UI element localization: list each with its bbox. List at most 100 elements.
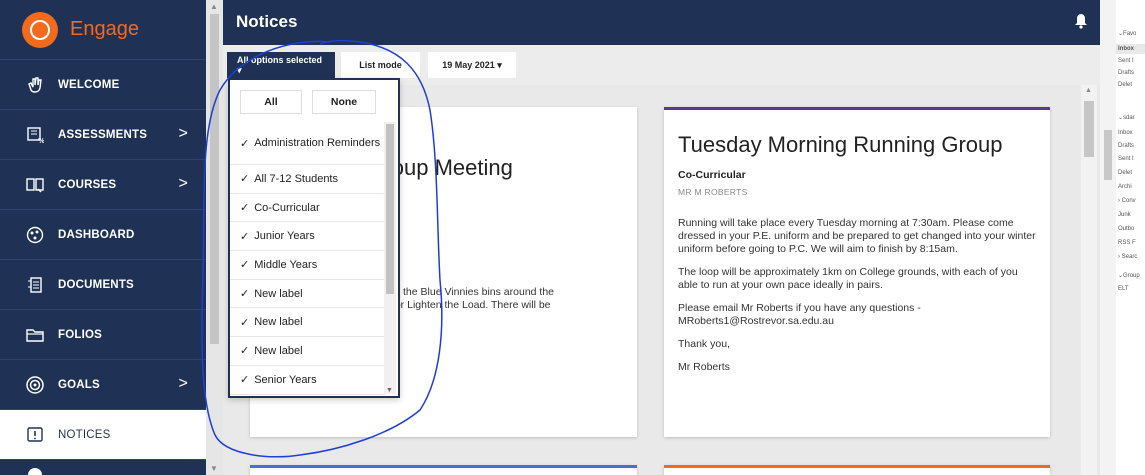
option-label: Senior Years bbox=[254, 373, 317, 386]
filter-option[interactable]: ✓ Administration Reminders bbox=[230, 122, 385, 165]
check-icon: ✓ bbox=[240, 137, 250, 150]
date-picker-button[interactable]: 19 May 2021 ▾ bbox=[428, 52, 516, 78]
folder-item[interactable]: ELT bbox=[1118, 286, 1129, 292]
filter-option[interactable]: ✓ All 7-12 Students bbox=[230, 165, 385, 194]
folder-item[interactable]: Delet bbox=[1118, 82, 1132, 88]
brand-name: Engage bbox=[70, 18, 139, 40]
folder-item[interactable]: Archi bbox=[1118, 184, 1132, 190]
check-icon: ✓ bbox=[240, 202, 250, 215]
sidebar-item-label: GOALS bbox=[58, 378, 100, 391]
assessment-icon: % bbox=[24, 124, 46, 146]
select-none-button[interactable]: None bbox=[312, 90, 376, 114]
filter-option[interactable]: ✓ Junior Years bbox=[230, 222, 385, 252]
notice-paragraph: The loop will be approximately 1km on Co… bbox=[678, 266, 1018, 291]
option-label: New label bbox=[254, 316, 303, 329]
folder-item[interactable]: › Searc bbox=[1118, 254, 1137, 260]
sidebar-item-label: WELCOME bbox=[58, 78, 120, 91]
folder-item[interactable]: Delet bbox=[1118, 170, 1132, 176]
folder-item[interactable]: Inbox bbox=[1118, 130, 1133, 136]
sidebar-item-folios[interactable]: FOLIOS bbox=[0, 310, 206, 360]
bell-icon[interactable] bbox=[1074, 13, 1088, 34]
chevron-right-icon: > bbox=[178, 375, 188, 392]
select-all-button[interactable]: All bbox=[240, 90, 302, 114]
dropdown-scrollbar[interactable]: ▼ bbox=[384, 122, 396, 394]
check-icon: ✓ bbox=[240, 374, 250, 387]
notice-body-line1: aking the Blue Vinnies bins around the bbox=[375, 286, 555, 298]
scroll-down-icon[interactable]: ▼ bbox=[210, 464, 218, 473]
option-label: Middle Years bbox=[254, 258, 318, 271]
folder-item[interactable]: ⌄Favo bbox=[1118, 30, 1136, 37]
sidebar-scrollbar[interactable]: ▲ ▼ bbox=[206, 0, 223, 475]
hand-wave-icon bbox=[24, 74, 46, 96]
filter-option[interactable]: ✓ Middle Years bbox=[230, 251, 385, 280]
page-header: Notices bbox=[223, 0, 1100, 45]
check-icon: ✓ bbox=[240, 288, 250, 301]
notice-card-right[interactable]: Tuesday Morning Running Group Co-Curricu… bbox=[664, 107, 1050, 437]
folder-item[interactable]: ⌄sdar bbox=[1118, 114, 1135, 121]
sidebar-item-assessments[interactable]: % ASSESSMENTS > bbox=[0, 110, 206, 160]
partial-icon bbox=[24, 459, 46, 475]
filter-dropdown-button[interactable]: All options selected ▾ bbox=[227, 52, 335, 78]
sidebar-item-goals[interactable]: GOALS > bbox=[0, 360, 206, 410]
chevron-right-icon: > bbox=[178, 125, 188, 142]
notice-paragraph: Please email Mr Roberts if you have any … bbox=[678, 302, 921, 327]
folder-item[interactable]: Outbo bbox=[1118, 226, 1134, 232]
sidebar-item-documents[interactable]: DOCUMENTS bbox=[0, 260, 206, 310]
notice-paragraph: Running will take place every Tuesday mo… bbox=[678, 217, 1036, 255]
folder-icon bbox=[24, 324, 46, 346]
target-icon bbox=[24, 374, 46, 396]
scroll-down-icon[interactable]: ▼ bbox=[386, 387, 393, 394]
filter-option[interactable]: ✓ New label bbox=[230, 337, 385, 366]
content-scrollbar[interactable]: ▲ bbox=[1081, 85, 1097, 475]
folder-item[interactable]: Inbox bbox=[1118, 46, 1134, 52]
folder-item[interactable]: ⌄Group bbox=[1118, 272, 1140, 279]
filter-option[interactable]: ✓ Senior Years bbox=[230, 366, 385, 395]
scrollbar-thumb[interactable] bbox=[210, 14, 219, 344]
notice-card-bottom-right[interactable] bbox=[664, 465, 1050, 475]
list-mode-button[interactable]: List mode bbox=[341, 52, 420, 78]
option-label: New label bbox=[254, 287, 303, 300]
folder-item[interactable]: Sent I bbox=[1118, 58, 1134, 64]
filter-option[interactable]: ✓ Co-Curricular bbox=[230, 194, 385, 223]
scroll-up-icon[interactable]: ▲ bbox=[210, 2, 218, 11]
scrollbar-thumb[interactable] bbox=[1084, 101, 1094, 157]
notice-card-bottom-left[interactable] bbox=[250, 465, 637, 475]
check-icon: ✓ bbox=[240, 316, 250, 329]
folder-item[interactable]: Sent I bbox=[1118, 156, 1134, 162]
notice-paragraph: Mr Roberts bbox=[678, 361, 730, 373]
notice-body-line2: ion for Lighten the Load. There will be bbox=[375, 299, 551, 311]
check-icon: ✓ bbox=[240, 345, 250, 358]
sidebar-item-label: DASHBOARD bbox=[58, 228, 135, 241]
sidebar-item-notices[interactable]: NOTICES bbox=[0, 410, 206, 460]
scrollbar-thumb[interactable] bbox=[1104, 130, 1112, 180]
sidebar-item-welcome[interactable]: WELCOME bbox=[0, 60, 206, 110]
notice-category: Co-Curricular bbox=[678, 169, 746, 181]
filter-option[interactable]: ✓ New label bbox=[230, 280, 385, 309]
notice-title: Tuesday Morning Running Group bbox=[678, 132, 1003, 157]
option-label: All 7-12 Students bbox=[254, 172, 338, 185]
folder-item[interactable]: › Conv bbox=[1118, 198, 1136, 204]
filter-option-list: ✓ Administration Reminders ✓ All 7-12 Stud… bbox=[230, 122, 385, 395]
folder-item[interactable]: Drafts bbox=[1118, 70, 1134, 76]
brand[interactable]: Engage bbox=[0, 0, 206, 60]
option-label: Administration Reminders bbox=[254, 137, 381, 149]
folder-item[interactable]: RSS F bbox=[1118, 240, 1136, 246]
sidebar: Engage WELCOME % ASSESSMENTS > COURSES >… bbox=[0, 0, 206, 475]
page-title: Notices bbox=[236, 12, 298, 31]
documents-icon bbox=[24, 274, 46, 296]
sidebar-item-dashboard[interactable]: DASHBOARD bbox=[0, 210, 206, 260]
folder-item[interactable]: Junk bbox=[1118, 212, 1131, 218]
mail-panel-scrollbar[interactable] bbox=[1100, 0, 1116, 475]
filter-option[interactable]: ✓ New label bbox=[230, 308, 385, 338]
sidebar-item-label: FOLIOS bbox=[58, 328, 103, 341]
notice-icon bbox=[24, 424, 46, 446]
scroll-up-icon[interactable]: ▲ bbox=[1085, 87, 1092, 94]
sidebar-item-partial[interactable] bbox=[0, 460, 206, 475]
courses-icon bbox=[24, 174, 46, 196]
notice-paragraph: Thank you, bbox=[678, 338, 730, 350]
option-label: Junior Years bbox=[254, 230, 315, 243]
check-icon: ✓ bbox=[240, 173, 250, 186]
folder-item[interactable]: Drafts bbox=[1118, 143, 1134, 149]
scrollbar-thumb[interactable] bbox=[386, 124, 394, 294]
sidebar-item-courses[interactable]: COURSES > bbox=[0, 160, 206, 210]
